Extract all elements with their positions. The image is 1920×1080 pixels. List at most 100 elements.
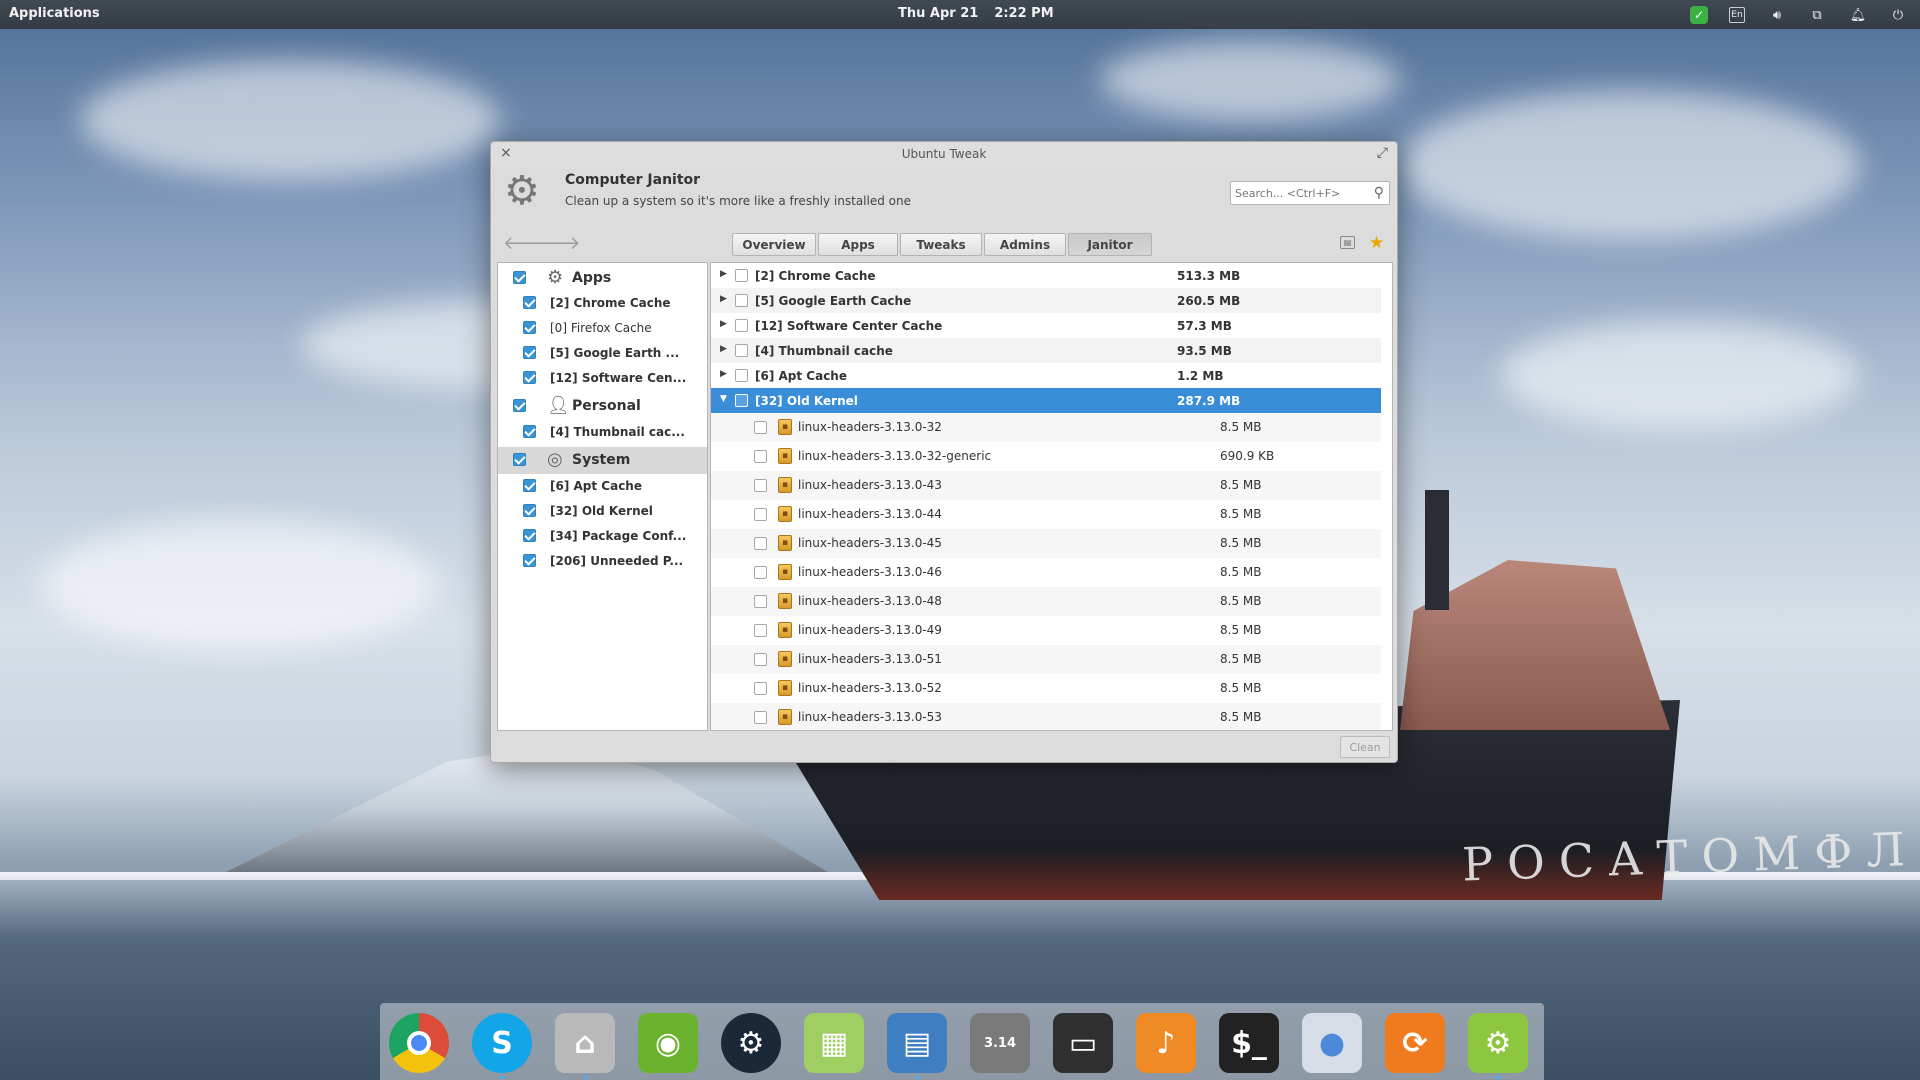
tab-janitor[interactable]: Janitor	[1068, 233, 1152, 256]
row-checkbox[interactable]	[754, 624, 767, 637]
category-personal[interactable]: 👤︎ Personal	[498, 393, 707, 418]
row-checkbox[interactable]	[754, 595, 767, 608]
item-checkbox[interactable]	[523, 529, 536, 542]
left-item-unneeded-packages[interactable]: [206] Unneeded P...	[498, 548, 707, 573]
category-system-checkbox[interactable]	[513, 453, 526, 466]
row-checkbox[interactable]	[754, 421, 767, 434]
category-personal-checkbox[interactable]	[513, 399, 526, 412]
kernel-row[interactable]: ▪ linux-headers-3.13.0-43 8.5 MB	[711, 471, 1381, 500]
expand-arrow-icon[interactable]: ▶	[720, 344, 727, 354]
tab-tweaks[interactable]: Tweaks	[900, 233, 982, 256]
kernel-row[interactable]: ▪ linux-headers-3.13.0-48 8.5 MB	[711, 587, 1381, 616]
dock-steam-icon[interactable]: ⚙	[721, 1013, 781, 1073]
list-group-row[interactable]: ▶ [2] Chrome Cache 513.3 MB	[711, 263, 1381, 288]
left-item-package-config[interactable]: [34] Package Conf...	[498, 523, 707, 548]
kernel-row[interactable]: ▪ linux-headers-3.13.0-44 8.5 MB	[711, 500, 1381, 529]
dock-chrome-icon[interactable]	[389, 1013, 449, 1073]
left-item-google-earth[interactable]: [5] Google Earth ...	[498, 340, 707, 365]
list-group-row[interactable]: ▶ [6] Apt Cache 1.2 MB	[711, 363, 1381, 388]
left-item-apt-cache[interactable]: [6] Apt Cache	[498, 473, 707, 498]
power-icon[interactable]: ⏻	[1889, 6, 1907, 24]
row-checkbox[interactable]	[754, 566, 767, 579]
expand-arrow-icon[interactable]: ▶	[720, 369, 727, 379]
list-group-row[interactable]: ▶ [4] Thumbnail cache 93.5 MB	[711, 338, 1381, 363]
kernel-row[interactable]: ▪ linux-headers-3.13.0-46 8.5 MB	[711, 558, 1381, 587]
left-item-old-kernel[interactable]: [32] Old Kernel	[498, 498, 707, 523]
tab-apps[interactable]: Apps	[818, 233, 898, 256]
item-checkbox[interactable]	[523, 321, 536, 334]
dock-spreadsheet-icon[interactable]: ▦	[804, 1013, 864, 1073]
item-checkbox[interactable]	[523, 296, 536, 309]
kernel-row[interactable]: ▪ linux-headers-3.13.0-51 8.5 MB	[711, 645, 1381, 674]
tab-overview[interactable]: Overview	[732, 233, 816, 256]
category-pane[interactable]: ⚙ Apps [2] Chrome Cache [0] Firefox Cach…	[497, 262, 708, 731]
expand-arrow-icon[interactable]: ▶	[720, 269, 727, 279]
network-icon[interactable]: ⧉	[1808, 6, 1826, 24]
kernel-row[interactable]: ▪ linux-headers-3.13.0-32 8.5 MB	[711, 413, 1381, 442]
kernel-row[interactable]: ▪ linux-headers-3.13.0-49 8.5 MB	[711, 616, 1381, 645]
collapse-arrow-icon[interactable]: ▼	[720, 394, 727, 404]
dock-music-icon[interactable]: ♪	[1136, 1013, 1196, 1073]
row-checkbox[interactable]	[735, 294, 748, 307]
check-icon[interactable]: ✓	[1690, 6, 1708, 24]
item-checkbox[interactable]	[523, 371, 536, 384]
item-checkbox[interactable]	[523, 346, 536, 359]
search-input[interactable]	[1235, 184, 1363, 202]
dock-document-writer-icon[interactable]: ▤	[887, 1013, 947, 1073]
item-checkbox[interactable]	[523, 504, 536, 517]
dock-software-updater-icon[interactable]: ⟳	[1385, 1013, 1445, 1073]
dock-terminal-icon[interactable]: $_	[1219, 1013, 1279, 1073]
row-checkbox[interactable]	[754, 711, 767, 724]
row-checkbox[interactable]	[754, 682, 767, 695]
row-checkbox[interactable]	[754, 479, 767, 492]
kernel-row[interactable]: ▪ linux-headers-3.13.0-52 8.5 MB	[711, 674, 1381, 703]
item-checkbox[interactable]	[523, 479, 536, 492]
dock-calculator-icon[interactable]: 3.14	[970, 1013, 1030, 1073]
category-system[interactable]: ◎ System	[498, 447, 707, 474]
window-titlebar[interactable]: × Ubuntu Tweak ⤢	[491, 142, 1397, 166]
search-icon[interactable]: ⚲	[1374, 185, 1384, 201]
row-checkbox[interactable]	[754, 508, 767, 521]
row-checkbox[interactable]	[735, 394, 748, 407]
dock-screenshot-icon[interactable]: ▭	[1053, 1013, 1113, 1073]
kernel-row[interactable]: ▪ linux-headers-3.13.0-32-generic 690.9 …	[711, 442, 1381, 471]
tab-admins[interactable]: Admins	[984, 233, 1066, 256]
left-item-firefox-cache[interactable]: [0] Firefox Cache	[498, 315, 707, 340]
dock-system-settings-icon[interactable]: ●	[1302, 1013, 1362, 1073]
row-checkbox[interactable]	[735, 269, 748, 282]
row-checkbox[interactable]	[735, 369, 748, 382]
star-icon[interactable]: ★	[1369, 233, 1384, 253]
kernel-row[interactable]: ▪ linux-headers-3.13.0-53 8.5 MB	[711, 703, 1381, 730]
row-checkbox[interactable]	[754, 450, 767, 463]
panel-clock[interactable]: Thu Apr 21 2:22 PM	[898, 6, 1054, 21]
forward-arrow-icon[interactable]: 🡒	[532, 233, 580, 254]
left-item-thumbnail-cache[interactable]: [4] Thumbnail cac...	[498, 419, 707, 444]
expand-arrow-icon[interactable]: ▶	[720, 319, 727, 329]
row-checkbox[interactable]	[735, 344, 748, 357]
row-checkbox[interactable]	[754, 653, 767, 666]
category-apps-checkbox[interactable]	[513, 271, 526, 284]
left-item-chrome-cache[interactable]: [2] Chrome Cache	[498, 290, 707, 315]
clean-button[interactable]: Clean	[1340, 736, 1390, 758]
applications-menu[interactable]: Applications	[9, 6, 100, 21]
row-checkbox[interactable]	[735, 319, 748, 332]
kernel-row[interactable]: ▪ linux-headers-3.13.0-45 8.5 MB	[711, 529, 1381, 558]
row-checkbox[interactable]	[754, 537, 767, 550]
dock-nvidia-settings-icon[interactable]: ◉	[638, 1013, 698, 1073]
bell-icon[interactable]: 🔔︎	[1849, 6, 1867, 24]
expand-arrow-icon[interactable]: ▶	[720, 294, 727, 304]
left-item-software-center[interactable]: [12] Software Cen...	[498, 365, 707, 390]
list-group-row-selected[interactable]: ▼ [32] Old Kernel 287.9 MB	[711, 388, 1381, 413]
volume-icon[interactable]: 🔊︎	[1768, 6, 1786, 24]
list-group-row[interactable]: ▶ [12] Software Center Cache 57.3 MB	[711, 313, 1381, 338]
cleanup-list[interactable]: ▶ [2] Chrome Cache 513.3 MB ▶ [5] Google…	[710, 262, 1393, 731]
search-box[interactable]: ⚲	[1230, 181, 1390, 205]
keyboard-layout-icon[interactable]: En	[1729, 7, 1745, 23]
category-apps[interactable]: ⚙ Apps	[498, 265, 707, 290]
dock-skype-icon[interactable]: S	[472, 1013, 532, 1073]
item-checkbox[interactable]	[523, 425, 536, 438]
list-group-row[interactable]: ▶ [5] Google Earth Cache 260.5 MB	[711, 288, 1381, 313]
item-checkbox[interactable]	[523, 554, 536, 567]
maximize-icon[interactable]: ⤢	[1377, 145, 1388, 161]
dock-files-icon[interactable]: ⌂	[555, 1013, 615, 1073]
